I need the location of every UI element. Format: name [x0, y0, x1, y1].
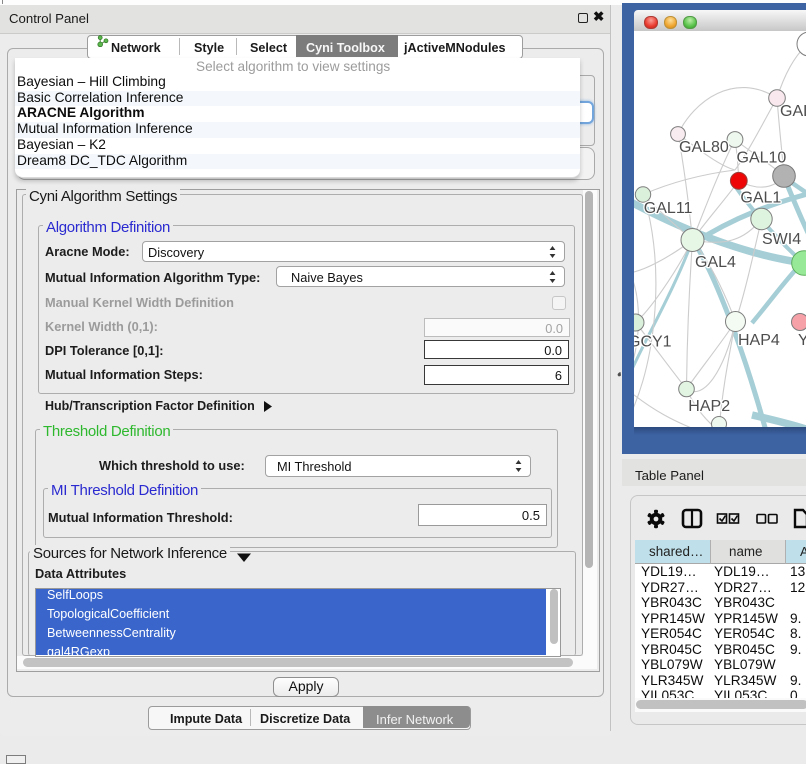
svg-text:GAL1: GAL1 — [740, 189, 781, 206]
svg-text:HAP4: HAP4 — [738, 332, 780, 349]
svg-text:GAL10: GAL10 — [737, 150, 787, 167]
svg-text:GAL4: GAL4 — [695, 254, 736, 271]
svg-text:GAL11: GAL11 — [644, 200, 693, 217]
svg-text:GAL80: GAL80 — [679, 139, 729, 156]
svg-text:GCY1: GCY1 — [634, 334, 672, 351]
svg-text:SWI4: SWI4 — [762, 231, 801, 248]
svg-text:Y: Y — [798, 332, 806, 349]
svg-text:HAP2: HAP2 — [688, 398, 730, 415]
svg-text:GAL: GAL — [780, 103, 806, 120]
